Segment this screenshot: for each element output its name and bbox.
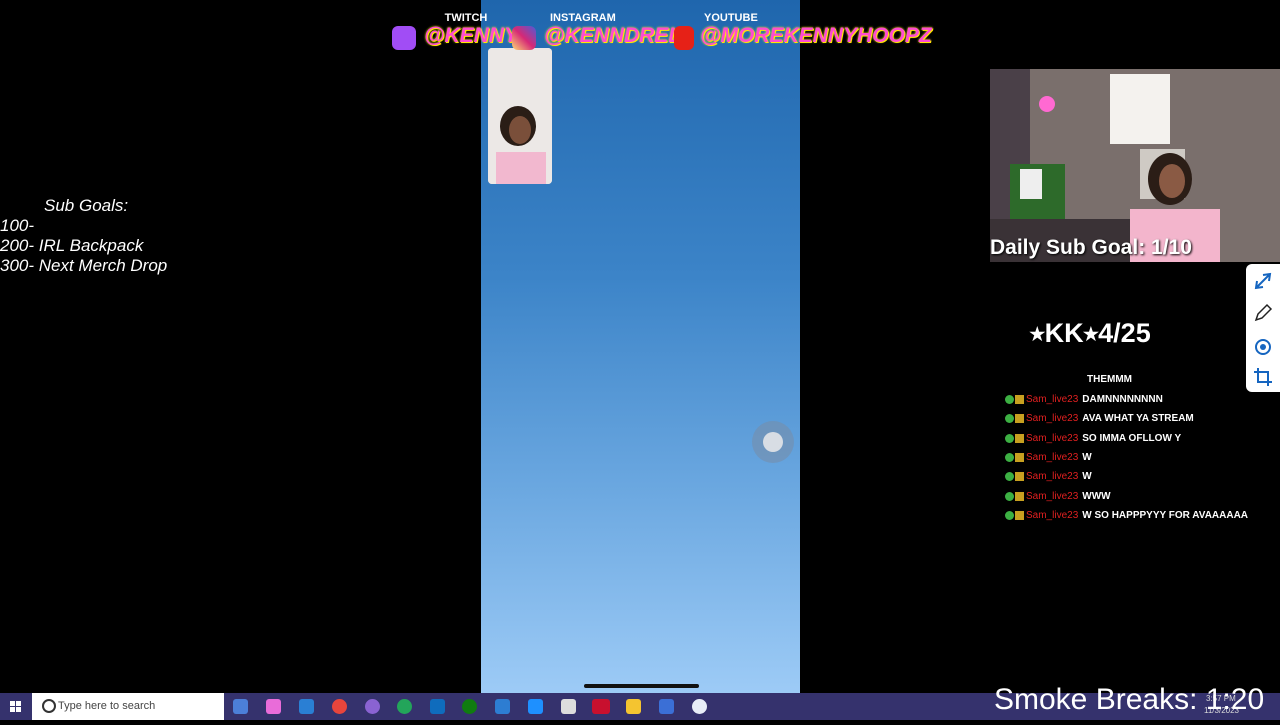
sub-goals-panel: Sub Goals: 100- 200- IRL Backpack 300- N… — [0, 196, 260, 276]
chat-message: THEMMM — [1087, 374, 1132, 385]
chat-text: SO IMMA OFLLOW Y — [1082, 433, 1182, 444]
app-icon[interactable] — [659, 699, 674, 714]
instagram-icon — [512, 26, 536, 50]
badge-icon — [1005, 452, 1014, 462]
sub-goals-title: Sub Goals: — [44, 196, 129, 215]
kk-counter: ⭑KK⭑4/25 — [1030, 318, 1151, 348]
badge-icon — [1015, 510, 1024, 520]
badge-icon — [1015, 413, 1024, 423]
badge-icon — [1005, 471, 1014, 481]
chat-line: Sam_live23 W SO HAPPPYYY FOR AVAAAAAA — [1005, 509, 1248, 523]
chat-text: DAMNNNNNNNN — [1082, 394, 1163, 405]
assistive-touch-button[interactable] — [752, 421, 794, 463]
chat-text: AVA WHAT YA STREAM — [1082, 413, 1194, 424]
voicemeeter-icon[interactable] — [592, 699, 610, 714]
chat-text: WWW — [1082, 491, 1111, 502]
twitch-icon — [392, 26, 416, 50]
instagram-label: INSTAGRAM — [550, 12, 616, 24]
start-button[interactable] — [0, 693, 32, 720]
capcut-icon[interactable] — [561, 699, 576, 714]
search-placeholder: Type here to search — [58, 700, 156, 712]
search-icon — [42, 699, 56, 713]
app-icon[interactable] — [692, 699, 707, 714]
obs-icon[interactable] — [397, 699, 412, 714]
badge-icon — [1015, 471, 1024, 481]
outlook-icon[interactable] — [430, 699, 445, 714]
chat-line: Sam_live23 AVA WHAT YA STREAM — [1005, 412, 1194, 426]
twitch-block: TWITCH @KENNY — [392, 12, 518, 50]
collapse-icon[interactable] — [1252, 270, 1274, 292]
discord-icon[interactable] — [365, 699, 380, 714]
chrome-icon[interactable] — [332, 699, 347, 714]
badge-icon — [1005, 394, 1014, 404]
chat-line: Sam_live23 W — [1005, 470, 1092, 484]
snip-toolbar — [1246, 264, 1280, 392]
instagram-block: INSTAGRAM @KENNDRELL — [512, 12, 694, 50]
facetime-thumbnail — [488, 48, 552, 184]
badge-icon — [1005, 510, 1014, 520]
instagram-handle: @KENNDRELL — [544, 24, 694, 47]
chat-username: Sam_live23 — [1026, 491, 1079, 502]
chat-line: Sam_live23 WWW — [1005, 490, 1111, 504]
badge-icon — [1005, 433, 1014, 443]
app-icon[interactable] — [495, 699, 510, 714]
folder-icon[interactable] — [626, 699, 641, 714]
youtube-handle: @MOREKENNYHOOPZ — [700, 24, 932, 47]
youtube-icon — [674, 26, 694, 50]
chat-username: Sam_live23 — [1026, 433, 1079, 444]
social-banner: TWITCH @KENNY INSTAGRAM @KENNDRELL YOUTU… — [392, 12, 932, 56]
chat-username: Sam_live23 — [1026, 413, 1079, 424]
chat-username: Sam_live23 — [1026, 510, 1079, 521]
youtube-label: YOUTUBE — [704, 12, 758, 24]
smoke-breaks-counter: Smoke Breaks: 1:20 — [994, 683, 1265, 716]
chat-line: Sam_live23 SO IMMA OFLLOW Y — [1005, 432, 1181, 446]
badge-icon — [1015, 433, 1024, 443]
task-view-icon[interactable] — [233, 699, 248, 714]
sub-goal-item: 200- IRL Backpack — [0, 236, 144, 255]
chat-line: Sam_live23 DAMNNNNNNNN — [1005, 393, 1163, 407]
daily-sub-goal: Daily Sub Goal: 1/10 — [990, 236, 1192, 259]
xbox-icon[interactable] — [462, 699, 477, 714]
home-indicator[interactable] — [584, 684, 699, 688]
chat-text: W — [1082, 452, 1092, 463]
pen-icon[interactable] — [1252, 302, 1274, 324]
record-icon[interactable] — [1252, 336, 1274, 358]
chat-line: Sam_live23 W — [1005, 451, 1092, 465]
copilot-icon[interactable] — [266, 699, 281, 714]
twitch-label: TWITCH — [444, 12, 488, 24]
taskbar-search[interactable]: Type here to search — [32, 693, 224, 720]
badge-icon — [1005, 413, 1014, 423]
badge-icon — [1015, 491, 1024, 501]
chat-username: Sam_live23 — [1026, 452, 1079, 463]
badge-icon — [1005, 491, 1014, 501]
chat-text: W — [1082, 471, 1092, 482]
badge-icon — [1015, 394, 1024, 404]
webcam-feed — [990, 69, 1280, 262]
app-icon[interactable] — [528, 699, 543, 714]
crop-icon[interactable] — [1252, 366, 1274, 388]
youtube-block: YOUTUBE @MOREKENNYHOOPZ — [674, 12, 932, 50]
chat-username: Sam_live23 — [1026, 394, 1079, 405]
chat-text: W SO HAPPPYYY FOR AVAAAAAA — [1082, 510, 1249, 521]
store-icon[interactable] — [299, 699, 314, 714]
badge-icon — [1015, 452, 1024, 462]
sub-goal-item: 100- — [0, 216, 35, 235]
chat-username: Sam_live23 — [1026, 471, 1079, 482]
sub-goal-item: 300- Next Merch Drop — [0, 256, 168, 275]
